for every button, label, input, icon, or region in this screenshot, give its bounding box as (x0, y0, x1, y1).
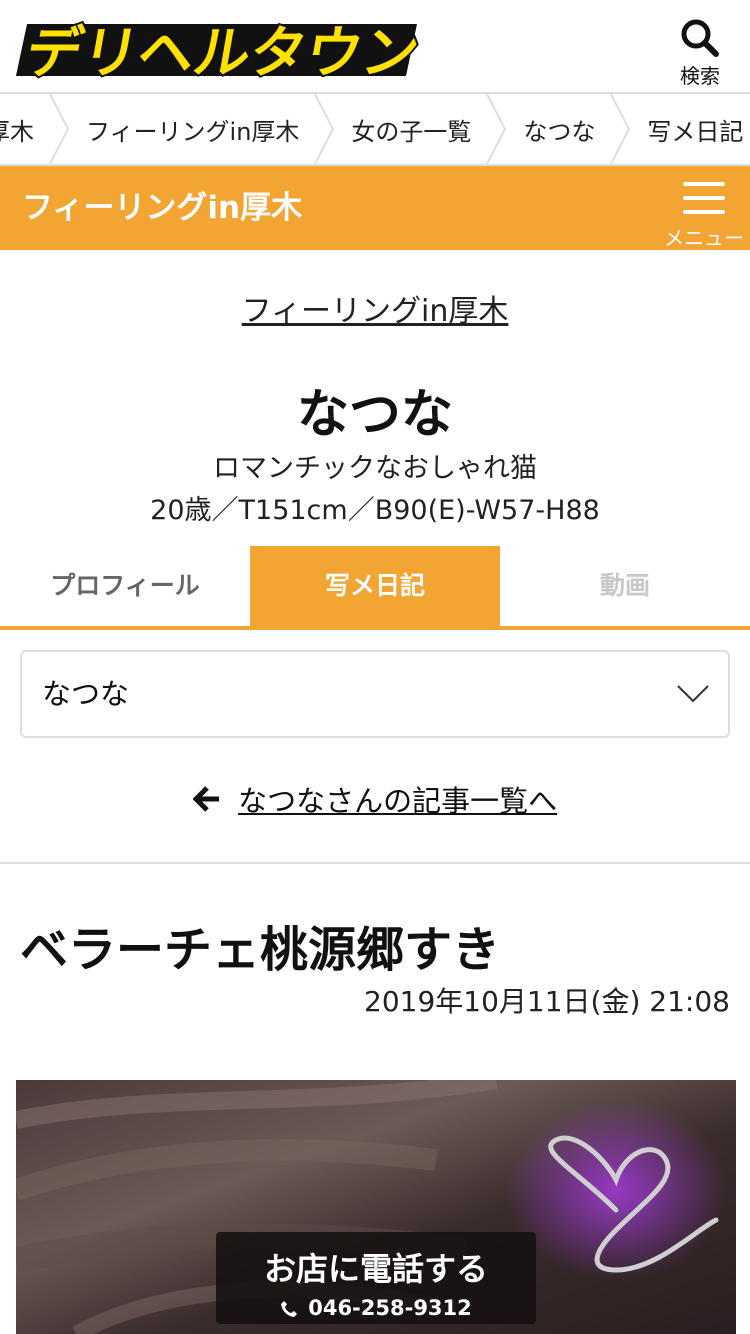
site-logo[interactable]: デリヘルタウン (10, 10, 426, 88)
section-divider (0, 862, 750, 864)
breadcrumb-label: 厚木 (0, 117, 34, 146)
chevron-right-icon (49, 94, 70, 164)
call-phone-row: 046-258-9312 (216, 1296, 536, 1320)
chevron-down-icon (677, 685, 709, 703)
profile-tabs: プロフィール 写メ日記 動画 (0, 546, 750, 630)
tab-movie[interactable]: 動画 (500, 546, 750, 626)
breadcrumb-label: 女の子一覧 (351, 117, 472, 146)
shop-link[interactable]: フィーリングin厚木 (0, 286, 750, 330)
call-phone-number: 046-258-9312 (308, 1296, 472, 1320)
shop-header-bar: フィーリングin厚木 メニュー (0, 166, 750, 250)
search-button[interactable]: 検索 (668, 18, 732, 89)
menu-button[interactable]: メニュー (664, 178, 744, 251)
article-title: ベラーチェ桃源郷すき (20, 922, 501, 978)
breadcrumb-label: 写メ日記 (647, 117, 744, 146)
breadcrumb-item-shop[interactable]: フィーリングin厚木 (70, 94, 335, 164)
chevron-right-icon (314, 94, 335, 164)
chevron-right-icon (486, 94, 507, 164)
back-to-articles-link[interactable]: なつなさんの記事一覧へ (0, 778, 750, 820)
girl-name: なつな (296, 385, 453, 445)
breadcrumb-item-girls[interactable]: 女の子一覧 (335, 94, 507, 164)
tab-profile[interactable]: プロフィール (0, 546, 250, 626)
menu-label: メニュー (664, 226, 744, 250)
logo-text: デリヘルタウン (21, 21, 420, 82)
call-shop-button[interactable]: お店に電話する 046-258-9312 (216, 1232, 536, 1324)
breadcrumb-item-diary[interactable]: 写メ日記 (631, 94, 750, 164)
shop-title: フィーリングin厚木 (22, 190, 303, 226)
breadcrumb-item-atsugi[interactable]: 厚木 (0, 94, 70, 164)
hamburger-icon (664, 178, 744, 214)
call-button-label: お店に電話する (263, 1250, 488, 1288)
site-logo-graphic: デリヘルタウン (15, 19, 426, 88)
breadcrumb-label: なつな (523, 117, 596, 146)
search-icon (681, 19, 719, 57)
breadcrumb-item-girl[interactable]: なつな (507, 94, 631, 164)
arrow-left-icon (192, 786, 219, 812)
girl-select[interactable]: なつな (20, 650, 730, 738)
breadcrumb: 厚木 フィーリングin厚木 女の子一覧 なつな 写メ日記 (0, 92, 750, 166)
breadcrumb-list: 厚木 フィーリングin厚木 女の子一覧 なつな 写メ日記 (0, 94, 750, 164)
girl-specs: 20歳／T151cm／B90(E)-W57-H88 (150, 495, 600, 526)
chevron-right-icon (610, 94, 631, 164)
article-date: 2019年10月11日(金) 21:08 (364, 985, 730, 1018)
girl-catchphrase: ロマンチックなおしゃれ猫 (213, 453, 537, 484)
search-label: 検索 (680, 64, 720, 88)
girl-select-value: なつな (42, 677, 130, 711)
site-header: デリヘルタウン 検索 (0, 0, 750, 92)
breadcrumb-label: フィーリングin厚木 (86, 117, 300, 146)
phone-icon (281, 1301, 298, 1317)
back-link-label: なつなさんの記事一覧へ (238, 784, 558, 818)
tab-photo-diary[interactable]: 写メ日記 (250, 546, 500, 626)
